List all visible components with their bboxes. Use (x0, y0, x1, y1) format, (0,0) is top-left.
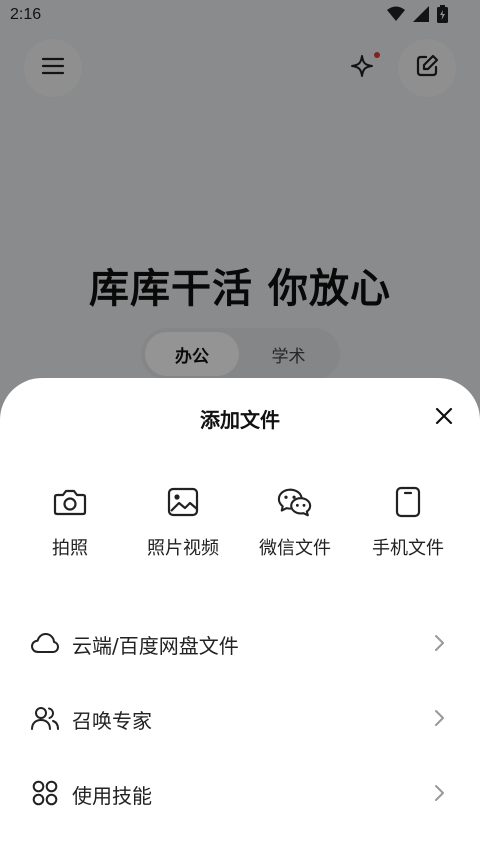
sheet-title: 添加文件 (200, 408, 280, 432)
source-phone-files[interactable]: 手机文件 (348, 484, 468, 560)
row-expert-label: 召唤专家 (72, 709, 152, 733)
close-button[interactable] (430, 404, 458, 432)
camera-icon (52, 484, 88, 520)
close-icon (434, 406, 454, 430)
apps-icon (30, 778, 60, 808)
wechat-icon (277, 484, 313, 520)
chevron-right-icon (435, 710, 444, 726)
row-cloud-label: 云端/百度网盘文件 (72, 634, 239, 658)
add-file-sheet: 添加文件 拍照 照片视频 微信文件 手机文件 云端/百度网盘文件 召唤专家 使用… (0, 378, 480, 853)
source-photos-videos[interactable]: 照片视频 (123, 484, 243, 560)
row-skills-label: 使用技能 (72, 784, 152, 808)
source-wechat-files[interactable]: 微信文件 (235, 484, 355, 560)
source-camera-label: 拍照 (52, 538, 88, 559)
users-icon (30, 703, 60, 733)
source-phone-label: 手机文件 (372, 538, 444, 559)
image-icon (165, 484, 201, 520)
row-cloud-files[interactable]: 云端/百度网盘文件 (0, 612, 480, 672)
chevron-right-icon (435, 785, 444, 801)
row-use-skills[interactable]: 使用技能 (0, 762, 480, 822)
chevron-right-icon (435, 635, 444, 651)
phone-icon (390, 484, 426, 520)
source-wechat-label: 微信文件 (259, 538, 331, 559)
cloud-icon (30, 628, 60, 658)
source-photos-label: 照片视频 (147, 538, 219, 559)
row-summon-expert[interactable]: 召唤专家 (0, 687, 480, 747)
source-camera[interactable]: 拍照 (10, 484, 130, 560)
